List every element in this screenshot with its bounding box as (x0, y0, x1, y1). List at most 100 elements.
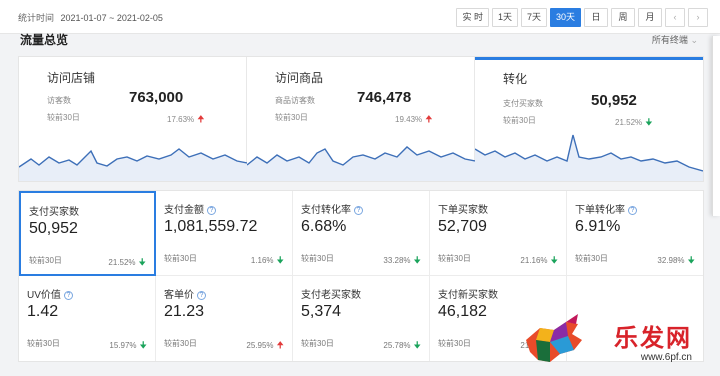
metric-change: 33.28% 🠋 (383, 253, 421, 269)
metric-compare-label: 较前30日 (164, 339, 197, 348)
arrow-up-icon: 🠉 (276, 340, 284, 350)
metric-label-row: 下单转化率? (575, 201, 637, 216)
metric-change-value: 32.98% (657, 256, 685, 265)
metric-label-row: 支付转化率? (301, 201, 363, 216)
summary-card-product-visits[interactable]: 访问商品 商品访客数 746,478 较前30日 19.43% 🠉 (247, 57, 475, 181)
arrow-down-icon: 🠋 (139, 340, 147, 350)
metric-change: 21.52% 🠋 (108, 255, 146, 271)
top-bar: 统计时间 2021-01-07 ~ 2021-02-05 实 时 1天 7天 3… (0, 0, 720, 34)
watermark-url: www.6pf.cn (640, 352, 692, 363)
metric-change-value: 15.97% (109, 341, 137, 350)
metric-value: 52,709 (438, 218, 487, 235)
metric-change: 15.97% 🠋 (109, 338, 147, 354)
metric-compare-label: 较前30日 (575, 254, 608, 263)
summary-title: 访问商品 (275, 71, 324, 85)
metric-value: 1.42 (27, 303, 59, 320)
metric-value: 6.91% (575, 218, 621, 235)
sparkline-area (475, 135, 703, 181)
chevron-down-icon: ⌄ (690, 35, 698, 45)
metric-card-avg-order-price[interactable]: 客单价? 21.23 较前30日 25.95% 🠉 (156, 276, 293, 361)
metric-label: 下单转化率 (575, 205, 625, 216)
metric-value: 6.68% (301, 218, 347, 235)
summary-card-store-visits[interactable]: 访问店铺 访客数 763,000 较前30日 17.63% 🠉 (19, 57, 247, 181)
metric-value: 46,182 (438, 303, 487, 320)
metric-card-order-buyers[interactable]: 下单买家数 52,709 较前30日 21.16% 🠋 (430, 191, 567, 276)
terminal-select-label: 所有终端 (651, 35, 688, 45)
time-range-selector: 实 时 1天 7天 30天 日 周 月 ‹ › (456, 8, 708, 27)
metric-value: 1,081,559.72 (164, 218, 258, 235)
metric-compare-label: 较前30日 (301, 254, 334, 263)
metric-change: 32.98% 🠋 (657, 253, 695, 269)
metric-card-payment-amount[interactable]: 支付金额? 1,081,559.72 较前30日 1.16% 🠋 (156, 191, 293, 276)
arrow-down-icon: 🠋 (413, 340, 421, 350)
summary-sparkline (475, 134, 703, 181)
chevron-right-icon[interactable]: › (688, 8, 708, 27)
watermark: 乐发网 www.6pf.cn (520, 310, 710, 370)
help-icon[interactable]: ? (207, 206, 216, 215)
metric-label: 支付新买家数 (438, 290, 498, 301)
metric-change-value: 25.78% (383, 341, 411, 350)
chevron-left-icon[interactable]: ‹ (665, 8, 685, 27)
metric-label: UV价值 (27, 290, 61, 301)
help-icon[interactable]: ? (197, 291, 206, 300)
summary-value: 763,000 (129, 89, 184, 106)
metric-label-row: UV价值? (27, 286, 73, 301)
arrow-down-icon: 🠋 (413, 255, 421, 265)
side-panel-handle[interactable] (712, 36, 720, 216)
metric-label: 支付转化率 (301, 205, 351, 216)
metric-change-value: 33.28% (383, 256, 411, 265)
help-icon[interactable]: ? (354, 206, 363, 215)
help-icon[interactable]: ? (63, 291, 73, 300)
range-day-button[interactable]: 日 (584, 8, 608, 27)
date-range: 2021-01-07 ~ 2021-02-05 (60, 13, 163, 23)
stat-time: 统计时间 2021-01-07 ~ 2021-02-05 (18, 11, 163, 24)
summary-sub-label: 访客数 (47, 96, 71, 105)
arrow-down-icon: 🠋 (138, 257, 146, 267)
metric-card-returning-buyers[interactable]: 支付老买家数 5,374 较前30日 25.78% 🠋 (293, 276, 430, 361)
metric-compare-label: 较前30日 (301, 339, 334, 348)
sparkline-area (247, 147, 475, 181)
metric-value: 5,374 (301, 303, 342, 320)
range-7day-button[interactable]: 7天 (520, 8, 547, 27)
summary-title: 转化 (503, 72, 528, 86)
arrow-down-icon: 🠋 (687, 255, 695, 265)
summary-value: 50,952 (591, 92, 637, 109)
metric-change-value: 21.52% (108, 258, 136, 267)
metric-compare-label: 较前30日 (27, 339, 60, 348)
summary-title: 访问店铺 (47, 71, 96, 85)
sparkline-area (19, 149, 247, 181)
range-1day-button[interactable]: 1天 (491, 8, 518, 27)
metric-compare-label: 较前30日 (164, 254, 197, 263)
summary-sparkline (19, 148, 247, 181)
help-icon[interactable]: ? (628, 206, 637, 215)
summary-value: 746,478 (357, 89, 412, 106)
metric-change-value: 21.16% (520, 256, 548, 265)
terminal-select[interactable]: 所有终端 ⌄ (652, 33, 698, 46)
range-realtime-button[interactable]: 实 时 (456, 8, 489, 27)
range-month-button[interactable]: 月 (638, 8, 662, 27)
metric-change: 25.78% 🠋 (383, 338, 421, 354)
metric-label: 支付买家数 (29, 207, 79, 218)
metric-card-uv-value[interactable]: UV价值? 1.42 较前30日 15.97% 🠋 (19, 276, 156, 361)
stat-time-label: 统计时间 (18, 13, 55, 23)
metric-compare-label: 较前30日 (29, 256, 62, 265)
metric-card-order-conversion[interactable]: 下单转化率? 6.91% 较前30日 32.98% 🠋 (567, 191, 703, 276)
metric-label-row: 客单价? (164, 286, 206, 301)
metric-label: 下单买家数 (438, 205, 488, 216)
summary-card-conversion[interactable]: 转化 支付买家数 50,952 较前30日 21.52% 🠋 (475, 57, 703, 181)
summary-panel: 访问店铺 访客数 763,000 较前30日 17.63% 🠉 访问商品 商品访客… (18, 56, 704, 182)
metric-compare-label: 较前30日 (438, 339, 471, 348)
metric-label: 支付金额 (164, 205, 204, 216)
metric-compare-label: 较前30日 (438, 254, 471, 263)
metric-label-row: 支付金额? (164, 201, 216, 216)
summary-sparkline (247, 146, 475, 181)
bull-logo-icon (526, 314, 582, 362)
metric-card-paying-buyers[interactable]: 支付买家数 50,952 较前30日 21.52% 🠋 (19, 191, 156, 276)
range-week-button[interactable]: 周 (611, 8, 635, 27)
metric-card-payment-conversion[interactable]: 支付转化率? 6.68% 较前30日 33.28% 🠋 (293, 191, 430, 276)
range-30day-button[interactable]: 30天 (549, 8, 581, 27)
metric-change-value: 25.95% (246, 341, 274, 350)
metric-change-value: 1.16% (250, 256, 274, 265)
traffic-overview-page: 统计时间 2021-01-07 ~ 2021-02-05 实 时 1天 7天 3… (0, 0, 720, 376)
section-title: 流量总览 (20, 33, 69, 47)
